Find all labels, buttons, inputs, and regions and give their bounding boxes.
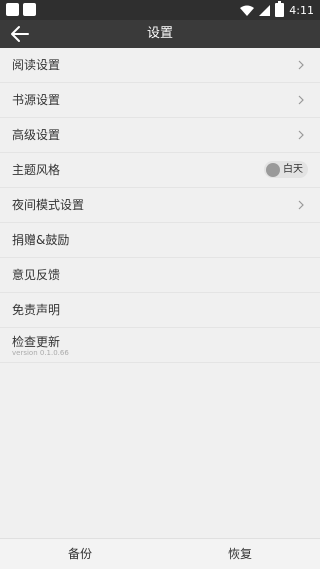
- status-bar: 4:11: [0, 0, 320, 20]
- settings-item-label: 主题风格: [12, 163, 61, 177]
- chevron-right-icon: [298, 60, 304, 70]
- settings-list: 阅读设置 书源设置 高级设置 主题风格 白天 夜间模式设置 捐赠&鼓励 意见反馈…: [0, 48, 320, 363]
- settings-item-label: 阅读设置: [12, 58, 61, 72]
- settings-item-label: 免责声明: [12, 303, 61, 317]
- settings-item-book-source[interactable]: 书源设置: [0, 83, 320, 118]
- settings-item-label: 意见反馈: [12, 268, 61, 282]
- app-bar: 设置: [0, 20, 320, 48]
- page-title: 设置: [146, 26, 173, 41]
- theme-toggle[interactable]: 白天: [264, 161, 308, 178]
- settings-item-disclaimer[interactable]: 免责声明: [0, 293, 320, 328]
- notification-square-icon: [23, 3, 36, 16]
- toggle-knob: [266, 162, 280, 177]
- settings-item-check-update[interactable]: 检查更新 version 0.1.0.66: [0, 328, 320, 363]
- backup-button[interactable]: 备份: [0, 539, 160, 569]
- status-time: 4:11: [289, 3, 314, 17]
- battery-icon: [275, 1, 285, 17]
- settings-item-label: 高级设置: [12, 128, 61, 142]
- chevron-right-icon: [298, 200, 304, 210]
- notification-square-icon: [6, 3, 19, 16]
- bottom-bar: 备份 恢复: [0, 538, 320, 569]
- chevron-right-icon: [298, 95, 304, 105]
- version-text: version 0.1.0.66: [12, 349, 69, 357]
- settings-item-reading[interactable]: 阅读设置: [0, 48, 320, 83]
- settings-item-donate[interactable]: 捐赠&鼓励: [0, 223, 320, 258]
- settings-item-label: 书源设置: [12, 93, 61, 107]
- settings-item-advanced[interactable]: 高级设置: [0, 118, 320, 153]
- chevron-right-icon: [298, 130, 304, 140]
- settings-item-label: 捐赠&鼓励: [12, 233, 70, 247]
- settings-item-feedback[interactable]: 意见反馈: [0, 258, 320, 293]
- wifi-icon: [240, 5, 255, 16]
- settings-item-label: 夜间模式设置: [12, 198, 85, 212]
- settings-item-night-mode[interactable]: 夜间模式设置: [0, 188, 320, 223]
- signal-icon: [259, 4, 271, 16]
- settings-item-theme: 主题风格 白天: [0, 153, 320, 188]
- restore-button[interactable]: 恢复: [160, 539, 320, 569]
- toggle-text: 白天: [283, 164, 303, 175]
